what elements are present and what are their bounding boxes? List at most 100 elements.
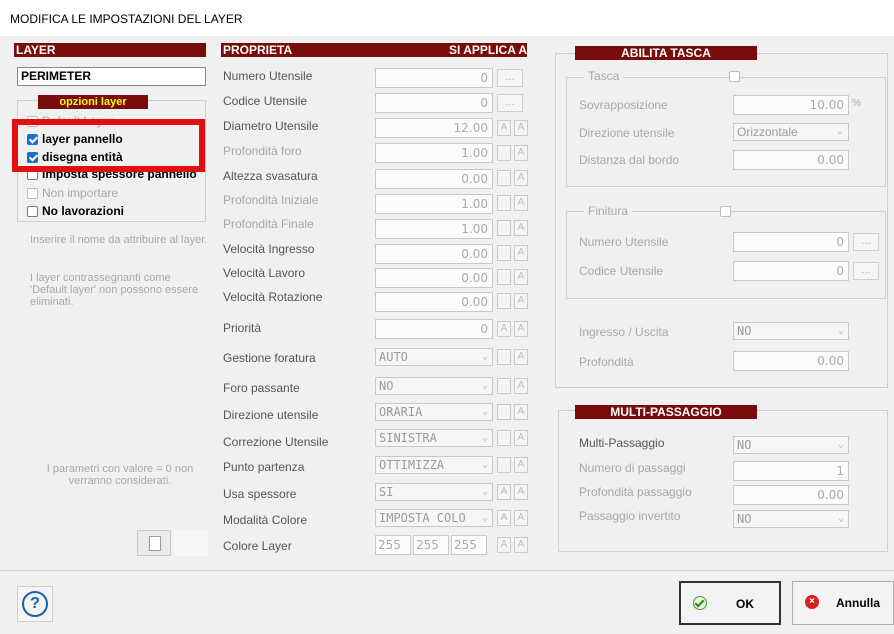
chevron-down-icon: ⌄ (481, 380, 488, 391)
profondita-iniziale-apply-a[interactable] (497, 195, 511, 211)
ok-button[interactable]: OK (679, 581, 781, 625)
colore-b-field[interactable]: 255 (451, 535, 487, 555)
non-importare-label: Non importare (42, 186, 119, 200)
prop-label-altezza-svasatura: Altezza svasatura (223, 169, 318, 183)
profondita-iniziale-field[interactable]: 1.00 (375, 194, 493, 214)
tasca-checkbox[interactable] (729, 71, 740, 82)
velocita-rotazione-field[interactable]: 0.00 (375, 292, 493, 312)
diametro-field[interactable]: 12.00 (375, 118, 493, 138)
finitura-codice-browse-button[interactable]: ... (853, 262, 879, 280)
velocita-rotazione-apply-a[interactable] (497, 293, 511, 309)
velocita-lavoro-apply-b[interactable]: A (514, 269, 528, 285)
velocita-rotazione-apply-b[interactable]: A (514, 293, 528, 309)
finitura-codice-field[interactable]: 0 (733, 261, 849, 281)
chevron-down-icon: ⌄ (837, 325, 844, 336)
finitura-codice-label: Codice Utensile (579, 264, 664, 278)
diametro-apply-a[interactable]: A (497, 120, 511, 136)
profondita-foro-apply-b[interactable]: A (514, 145, 528, 161)
profondita-iniziale-apply-b[interactable]: A (514, 195, 528, 211)
correzione-utensile-select[interactable]: SINISTRA ⌄ (375, 429, 493, 447)
altezza-svasatura-apply-b[interactable]: A (514, 170, 528, 186)
no-lavorazioni-checkbox[interactable] (27, 206, 38, 217)
altezza-svasatura-field[interactable]: 0.00 (375, 169, 493, 189)
priorita-apply-a[interactable]: A (497, 321, 511, 337)
tasca-direzione-label: Direzione utensile (579, 126, 675, 140)
dialog-window: MODIFICA LE IMPOSTAZIONI DEL LAYER LAYER… (0, 0, 894, 634)
tasca-direzione-select[interactable]: Orizzontale ⌄ (733, 123, 849, 141)
usa-spessore-apply-b[interactable]: A (514, 484, 528, 500)
cancel-button[interactable]: × Annulla (792, 581, 894, 625)
priorita-field[interactable]: 0 (375, 319, 493, 339)
finitura-numero-field[interactable]: 0 (733, 232, 849, 252)
usa-spessore-apply-a[interactable]: A (497, 484, 511, 500)
velocita-ingresso-apply-b[interactable]: A (514, 245, 528, 261)
non-importare-checkbox[interactable] (27, 188, 38, 199)
profondita-finale-apply-b[interactable]: A (514, 220, 528, 236)
ingresso-uscita-select[interactable]: NO ⌄ (733, 322, 849, 340)
direzione-utensile-apply-b[interactable]: A (514, 404, 528, 420)
correzione-utensile-apply-a[interactable] (497, 430, 511, 446)
colore-g-field[interactable]: 255 (413, 535, 449, 555)
prop-label-velocita-lavoro: Velocità Lavoro (223, 266, 306, 280)
usa-spessore-select[interactable]: SI ⌄ (375, 483, 493, 501)
help-text-zero: I parametri con valore = 0 non verranno … (46, 463, 194, 487)
finitura-profondita-field[interactable]: 0.00 (733, 351, 849, 371)
profondita-finale-field[interactable]: 1.00 (375, 219, 493, 239)
gestione-foratura-select[interactable]: AUTO ⌄ (375, 348, 493, 366)
sovrapposizione-field[interactable]: 10.00 (733, 95, 849, 115)
codice-utensile-browse-button[interactable]: ... (497, 94, 523, 112)
numero-passaggi-field[interactable]: 1 (733, 461, 849, 481)
modalita-colore-apply-b[interactable]: A (514, 510, 528, 526)
modalita-colore-select[interactable]: IMPOSTA COLO ⌄ (375, 509, 493, 527)
colore-layer-apply-a[interactable]: A (497, 537, 511, 553)
proprieta-header: PROPRIETA SI APPLICA A (221, 43, 527, 57)
diametro-apply-b[interactable]: A (514, 120, 528, 136)
colore-layer-apply-b[interactable]: A (514, 537, 528, 553)
finitura-numero-browse-button[interactable]: ... (853, 233, 879, 251)
punto-partenza-apply-a[interactable] (497, 457, 511, 473)
velocita-lavoro-apply-a[interactable] (497, 269, 511, 285)
passaggio-invertito-select[interactable]: NO ⌄ (733, 510, 849, 528)
foro-passante-select[interactable]: NO ⌄ (375, 377, 493, 395)
velocita-ingresso-apply-a[interactable] (497, 245, 511, 261)
help-text-name: Inserire il nome da attribuire al layer. (30, 234, 208, 246)
finitura-checkbox[interactable] (720, 206, 731, 217)
chevron-down-icon: ⌄ (837, 513, 844, 524)
foro-passante-apply-b[interactable]: A (514, 378, 528, 394)
profondita-foro-field[interactable]: 1.00 (375, 143, 493, 163)
multi-passaggio-header: MULTI-PASSAGGIO (575, 405, 757, 419)
sovrapposizione-label: Sovrapposizione (579, 98, 668, 112)
direzione-utensile-select[interactable]: ORARIA ⌄ (375, 403, 493, 421)
gestione-foratura-apply-b[interactable]: A (514, 349, 528, 365)
profondita-passaggio-field[interactable]: 0.00 (733, 485, 849, 505)
prop-label-velocita-rotazione: Velocità Rotazione (223, 290, 323, 304)
priorita-apply-b[interactable]: A (514, 321, 528, 337)
altezza-svasatura-apply-a[interactable] (497, 170, 511, 186)
colore-r-field[interactable]: 255 (375, 535, 411, 555)
velocita-lavoro-field[interactable]: 0.00 (375, 268, 493, 288)
layer-name-input[interactable]: PERIMETER (17, 67, 206, 86)
multi-passaggio-select[interactable]: NO ⌄ (733, 436, 849, 454)
numero-utensile-field[interactable]: 0 (375, 68, 493, 88)
profondita-foro-apply-a[interactable] (497, 145, 511, 161)
proprieta-header-label: PROPRIETA (223, 43, 293, 57)
prop-label-usa-spessore: Usa spessore (223, 487, 297, 501)
velocita-ingresso-field[interactable]: 0.00 (375, 244, 493, 264)
codice-utensile-field[interactable]: 0 (375, 93, 493, 113)
profondita-finale-apply-a[interactable] (497, 220, 511, 236)
prop-label-modalita-colore: Modalità Colore (223, 513, 308, 527)
punto-partenza-apply-b[interactable]: A (514, 457, 528, 473)
help-button[interactable]: ? (17, 586, 53, 622)
multi-passaggio-group (558, 410, 888, 552)
direzione-utensile-apply-a[interactable] (497, 404, 511, 420)
preview-button[interactable] (137, 530, 171, 556)
modalita-colore-apply-a[interactable]: A (497, 510, 511, 526)
prop-label-priorita: Priorità (223, 321, 262, 335)
distanza-field[interactable]: 0.00 (733, 150, 849, 170)
numero-utensile-browse-button[interactable]: ... (497, 69, 523, 87)
correzione-utensile-apply-b[interactable]: A (514, 430, 528, 446)
gestione-foratura-apply-a[interactable] (497, 349, 511, 365)
foro-passante-apply-a[interactable] (497, 378, 511, 394)
chevron-down-icon: ⌄ (835, 126, 844, 137)
punto-partenza-select[interactable]: OTTIMIZZA ⌄ (375, 456, 493, 474)
